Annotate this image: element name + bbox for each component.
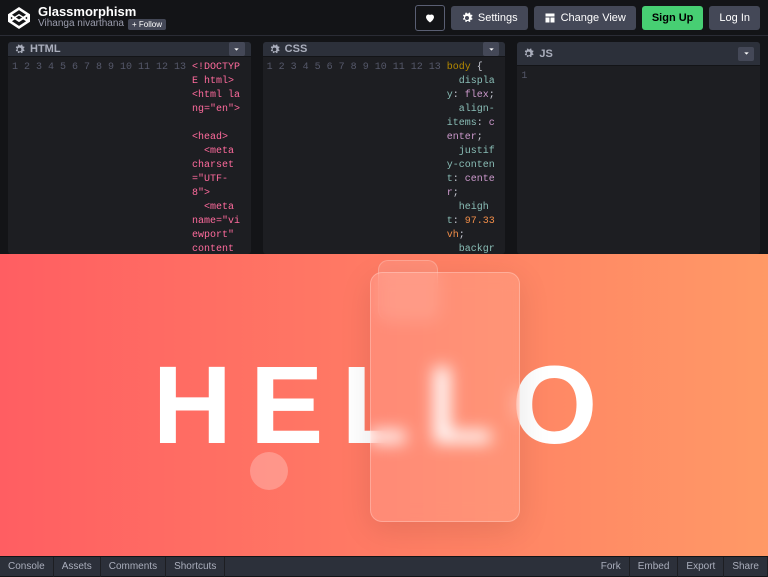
css-gutter: 1 2 3 4 5 6 7 8 9 10 11 12 13 — [263, 61, 447, 250]
gear-icon — [14, 44, 25, 55]
preview-pane: HELLO — [0, 254, 768, 556]
gear-icon — [523, 48, 534, 59]
app-header: Glassmorphism Vihanga nivarthana + Follo… — [0, 0, 768, 36]
footer-share[interactable]: Share — [724, 557, 768, 577]
layout-icon — [544, 12, 556, 24]
html-editor-header[interactable]: HTML — [8, 42, 251, 57]
js-lines — [533, 70, 760, 84]
signup-button[interactable]: Sign Up — [642, 6, 704, 30]
html-editor: HTML 1 2 3 4 5 6 7 8 9 10 11 12 13 <!DOC… — [8, 42, 251, 254]
html-lines: <!DOCTYPE html> <html lang="en"> <head> … — [192, 61, 251, 250]
css-editor: CSS 1 2 3 4 5 6 7 8 9 10 11 12 13 body {… — [263, 42, 506, 254]
preview-circle — [250, 452, 288, 490]
love-button[interactable] — [415, 5, 445, 31]
preview-glass-card — [370, 272, 520, 522]
js-editor-collapse[interactable] — [738, 47, 754, 61]
js-editor-header[interactable]: JS — [517, 42, 760, 66]
js-gutter: 1 — [517, 70, 533, 84]
settings-button[interactable]: Settings — [451, 6, 528, 30]
html-gutter: 1 2 3 4 5 6 7 8 9 10 11 12 13 — [8, 61, 192, 250]
footer-assets[interactable]: Assets — [54, 557, 101, 577]
header-actions: Settings Change View Sign Up Log In — [415, 5, 760, 31]
chevron-down-icon — [487, 45, 496, 54]
change-view-button[interactable]: Change View — [534, 6, 636, 30]
heart-icon — [424, 12, 436, 24]
chevron-down-icon — [232, 45, 241, 54]
footer-fork[interactable]: Fork — [593, 557, 630, 577]
app-footer: Console Assets Comments Shortcuts Fork E… — [0, 556, 768, 576]
html-editor-collapse[interactable] — [229, 42, 245, 56]
js-code[interactable]: 1 — [517, 66, 760, 88]
chevron-down-icon — [742, 49, 751, 58]
change-view-label: Change View — [561, 12, 626, 24]
follow-button[interactable]: + Follow — [128, 19, 166, 30]
codepen-logo-icon — [8, 7, 30, 29]
title-block: Glassmorphism Vihanga nivarthana + Follo… — [38, 5, 415, 30]
js-editor-label: JS — [539, 48, 552, 60]
login-button[interactable]: Log In — [709, 6, 760, 30]
gear-icon — [269, 44, 280, 55]
js-editor: JS 1 — [517, 42, 760, 254]
footer-shortcuts[interactable]: Shortcuts — [166, 557, 225, 577]
gear-icon — [461, 12, 473, 24]
html-editor-label: HTML — [30, 43, 61, 55]
css-editor-label: CSS — [285, 43, 308, 55]
pen-author-row: Vihanga nivarthana + Follow — [38, 18, 415, 30]
footer-export[interactable]: Export — [678, 557, 724, 577]
footer-comments[interactable]: Comments — [101, 557, 166, 577]
settings-label: Settings — [478, 12, 518, 24]
css-code[interactable]: 1 2 3 4 5 6 7 8 9 10 11 12 13 body { dis… — [263, 57, 506, 254]
css-lines: body { display: flex; align-items: cente… — [447, 61, 506, 250]
editor-row: HTML 1 2 3 4 5 6 7 8 9 10 11 12 13 <!DOC… — [0, 36, 768, 254]
pen-author: Vihanga nivarthana — [38, 18, 124, 30]
css-editor-header[interactable]: CSS — [263, 42, 506, 57]
html-code[interactable]: 1 2 3 4 5 6 7 8 9 10 11 12 13 <!DOCTYPE … — [8, 57, 251, 254]
footer-console[interactable]: Console — [0, 557, 54, 577]
css-editor-collapse[interactable] — [483, 42, 499, 56]
pen-title: Glassmorphism — [38, 5, 415, 18]
footer-embed[interactable]: Embed — [630, 557, 679, 577]
